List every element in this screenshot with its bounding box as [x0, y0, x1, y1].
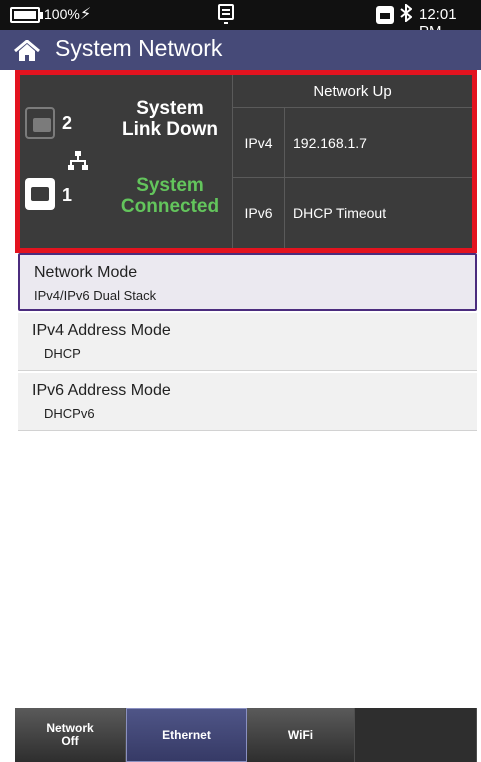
ethernet-icon — [376, 6, 394, 24]
tab-wifi[interactable]: WiFi — [247, 708, 355, 762]
battery-level-fill — [14, 11, 36, 19]
port-status-area: 2 System Link Down 1 System Connected — [20, 75, 232, 248]
tab-empty-slot — [355, 708, 477, 762]
port-2-icon — [25, 107, 55, 139]
port-2-state-line2: Link Down — [121, 119, 219, 140]
port-1-state: System Connected — [110, 175, 230, 217]
tab-ethernet[interactable]: Ethernet — [126, 708, 247, 762]
battery-percent: 100% — [44, 6, 80, 22]
notification-icon[interactable] — [218, 4, 234, 24]
screen: 100% ⚡︎ 12:01 PM System Network 2 System… — [0, 0, 481, 762]
network-topology-icon — [68, 151, 88, 171]
port-1-state-line1: System — [136, 175, 204, 196]
bluetooth-icon — [400, 2, 413, 27]
ipv6-address-mode-title: IPv6 Address Mode — [32, 382, 171, 399]
ipv4-row: IPv4 192.168.1.7 — [233, 108, 472, 178]
ipv4-label: IPv4 — [233, 108, 285, 177]
ipv6-address-mode-value: DHCPv6 — [44, 406, 95, 421]
bottom-tab-bar: Network Off Ethernet WiFi — [15, 708, 477, 762]
app-header: System Network — [0, 30, 481, 70]
ipv4-address-mode-title: IPv4 Address Mode — [32, 322, 171, 339]
network-mode-item[interactable]: Network Mode IPv4/IPv6 Dual Stack — [18, 253, 477, 311]
network-mode-title: Network Mode — [34, 264, 138, 281]
status-bar: 100% ⚡︎ 12:01 PM — [0, 0, 481, 40]
lightning-icon: ⚡︎ — [80, 6, 92, 23]
ipv6-label: IPv6 — [233, 178, 285, 248]
tab-network-off[interactable]: Network Off — [15, 708, 126, 762]
port-1-state-line2: Connected — [120, 196, 220, 217]
network-status-panel: 2 System Link Down 1 System Connected Ne… — [15, 70, 477, 253]
battery-icon — [10, 7, 43, 23]
port-2-state-line1: System — [136, 98, 204, 119]
network-status-text: Network Up — [233, 75, 472, 108]
port-1-icon — [25, 178, 55, 210]
ipv6-address-mode-item[interactable]: IPv6 Address Mode DHCPv6 — [18, 373, 477, 431]
port-2-number: 2 — [62, 113, 73, 133]
ipv6-row: IPv6 DHCP Timeout — [233, 178, 472, 248]
port-1-number: 1 — [62, 185, 73, 205]
ipv4-address-mode-item[interactable]: IPv4 Address Mode DHCP — [18, 313, 477, 371]
ipv4-address-mode-value: DHCP — [44, 346, 81, 361]
ipv4-value: 192.168.1.7 — [293, 135, 367, 151]
ipv6-value: DHCP Timeout — [293, 205, 387, 221]
tab-network-off-line2: Off — [61, 734, 79, 748]
home-icon[interactable] — [14, 39, 40, 62]
page-title: System Network — [55, 35, 223, 61]
network-mode-value: IPv4/IPv6 Dual Stack — [34, 288, 157, 303]
port-2-state: System Link Down — [110, 98, 230, 140]
ip-info-area: Network Up IPv4 192.168.1.7 IPv6 DHCP Ti… — [232, 75, 472, 248]
